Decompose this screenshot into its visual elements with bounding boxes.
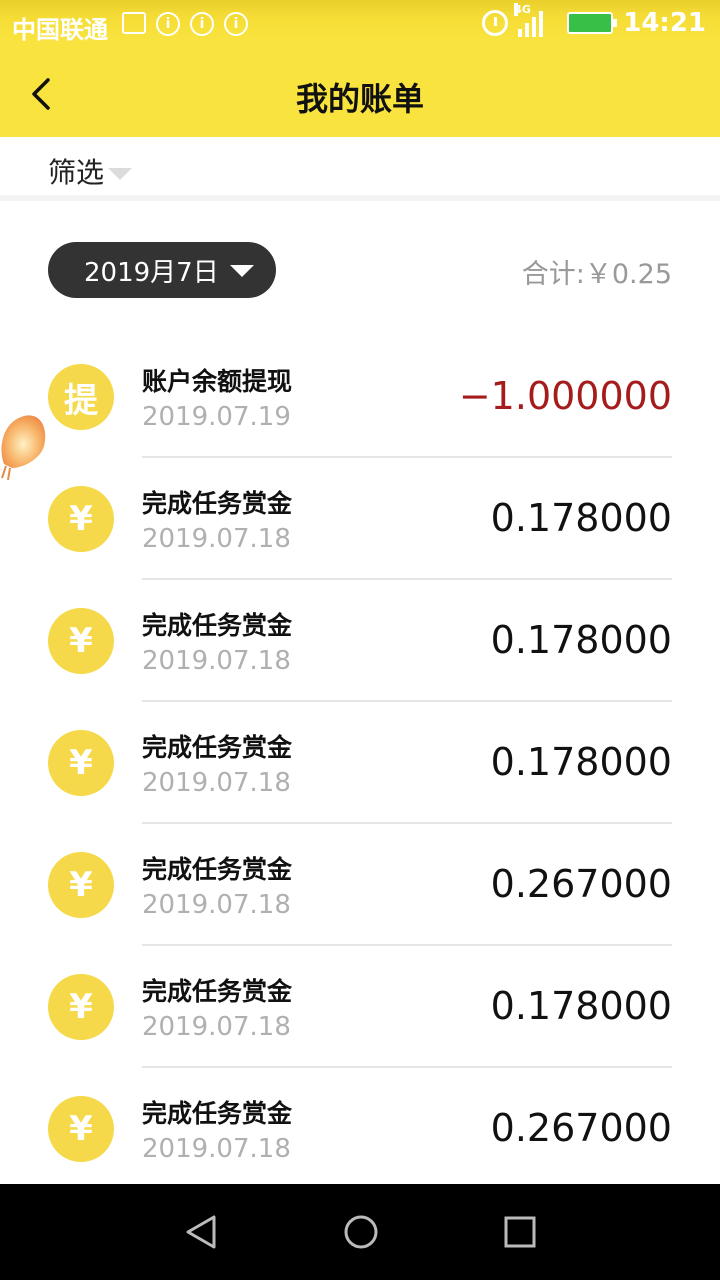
date-selector[interactable]: 2019月7日 bbox=[48, 242, 276, 298]
transaction-title: 完成任务赏金 bbox=[142, 611, 293, 640]
nav-home-button[interactable] bbox=[343, 1214, 379, 1250]
transaction-date: 2019.07.18 bbox=[142, 524, 291, 554]
transaction-amount: 0.178000 bbox=[490, 984, 672, 1028]
battery-icon bbox=[567, 12, 618, 34]
transaction-date: 2019.07.18 bbox=[142, 890, 291, 920]
transaction-amount: 0.178000 bbox=[490, 496, 672, 540]
system-icons: 4G 14:21 bbox=[482, 3, 706, 38]
transaction-title: 完成任务赏金 bbox=[142, 733, 293, 762]
alarm-icon bbox=[482, 10, 509, 36]
transaction-amount: 0.178000 bbox=[490, 618, 672, 662]
network-type: 4G bbox=[514, 3, 531, 16]
transaction-row[interactable]: ¥ 完成任务赏金 2019.07.18 0.178000 bbox=[0, 458, 720, 580]
yuan-coin-icon: ¥ bbox=[48, 730, 114, 796]
caret-down-icon bbox=[108, 168, 133, 180]
transaction-title: 完成任务赏金 bbox=[142, 855, 293, 884]
transaction-title: 完成任务赏金 bbox=[142, 1099, 293, 1128]
nav-recents-button[interactable] bbox=[503, 1215, 537, 1249]
info-icon: i bbox=[224, 12, 248, 36]
yuan-coin-icon: ¥ bbox=[48, 608, 114, 674]
yuan-coin-icon: ¥ bbox=[48, 974, 114, 1040]
transaction-list: 提 账户余额提现 2019.07.19 −1.000000 ¥ 完成任务赏金 2… bbox=[0, 336, 720, 1190]
transaction-title: 完成任务赏金 bbox=[142, 977, 293, 1006]
status-time: 14:21 bbox=[623, 8, 706, 38]
info-icon: i bbox=[190, 12, 214, 36]
transaction-amount: 0.178000 bbox=[490, 740, 672, 784]
transaction-date: 2019.07.18 bbox=[142, 1134, 291, 1164]
transaction-amount: 0.267000 bbox=[490, 862, 672, 906]
info-icon: i bbox=[156, 12, 180, 36]
transaction-title: 账户余额提现 bbox=[142, 367, 293, 396]
filter-bar: 筛选 bbox=[0, 137, 720, 201]
transaction-date: 2019.07.18 bbox=[142, 768, 291, 798]
page-title: 我的账单 bbox=[295, 80, 424, 118]
yuan-coin-icon: ¥ bbox=[48, 1096, 114, 1162]
transaction-date: 2019.07.18 bbox=[142, 646, 291, 676]
image-icon bbox=[122, 12, 146, 34]
carrier-name: 中国联通 bbox=[12, 16, 108, 44]
filter-label: 筛选 bbox=[48, 156, 105, 189]
yuan-coin-icon: ¥ bbox=[48, 486, 114, 552]
nav-back-button[interactable] bbox=[184, 1214, 220, 1250]
yuan-coin-icon: ¥ bbox=[48, 852, 114, 918]
status-bar: 中国联通 i i i 4G 14:21 bbox=[0, 0, 720, 50]
signal-icon: 4G bbox=[514, 3, 544, 37]
transaction-amount: −1.000000 bbox=[458, 374, 672, 418]
withdraw-icon: 提 bbox=[48, 364, 114, 430]
filter-dropdown[interactable]: 筛选 bbox=[48, 151, 133, 191]
transaction-row[interactable]: ¥ 完成任务赏金 2019.07.18 0.178000 bbox=[0, 702, 720, 824]
total-amount: 合计:￥0.25 bbox=[521, 259, 672, 290]
transaction-row[interactable]: 提 账户余额提现 2019.07.19 −1.000000 bbox=[0, 336, 720, 458]
transaction-row[interactable]: ¥ 完成任务赏金 2019.07.18 0.178000 bbox=[0, 946, 720, 1068]
transaction-date: 2019.07.19 bbox=[142, 402, 291, 432]
transaction-title: 完成任务赏金 bbox=[142, 489, 293, 518]
transaction-row[interactable]: ¥ 完成任务赏金 2019.07.18 0.178000 bbox=[0, 580, 720, 702]
transaction-date: 2019.07.18 bbox=[142, 1012, 291, 1042]
notification-icons: i i i bbox=[122, 12, 248, 36]
transaction-amount: 0.267000 bbox=[490, 1106, 672, 1150]
app-header-background: 中国联通 i i i 4G 14:21 我的账单 bbox=[0, 0, 720, 137]
caret-down-icon bbox=[230, 265, 254, 277]
transaction-row[interactable]: ¥ 完成任务赏金 2019.07.18 0.267000 bbox=[0, 1068, 720, 1190]
system-nav-bar bbox=[0, 1184, 720, 1280]
nav-header: 我的账单 bbox=[0, 50, 720, 137]
transaction-row[interactable]: ¥ 完成任务赏金 2019.07.18 0.267000 bbox=[0, 824, 720, 946]
date-selector-label: 2019月7日 bbox=[84, 257, 219, 288]
